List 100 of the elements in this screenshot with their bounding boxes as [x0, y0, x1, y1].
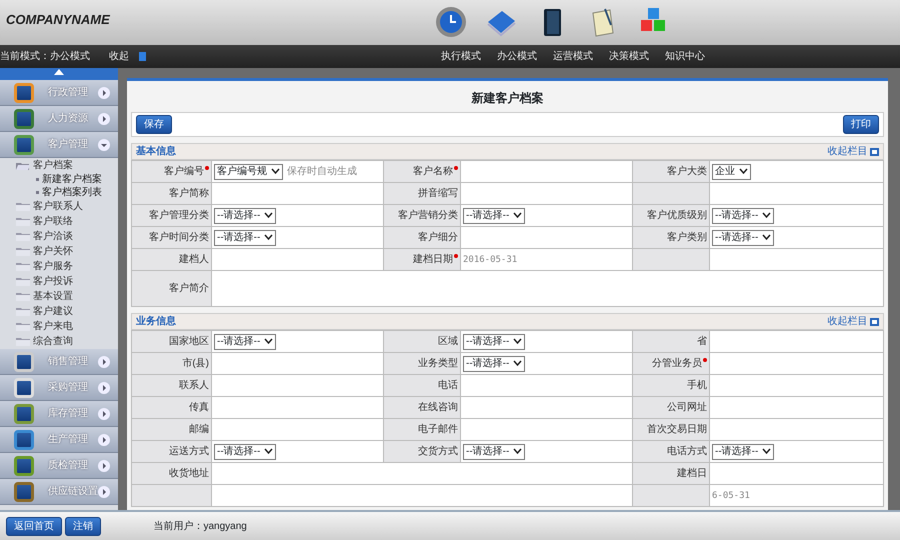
collapse-icon[interactable]	[870, 148, 879, 156]
field-label: 邮编	[189, 424, 209, 435]
field-label: 省	[697, 336, 707, 347]
sidebar-subitem[interactable]: 客户投诉	[0, 274, 118, 289]
mode-link[interactable]: 决策模式	[601, 49, 657, 64]
input-field[interactable]	[710, 396, 884, 418]
input-field[interactable]	[710, 248, 884, 270]
field-label: 业务类型	[418, 358, 458, 369]
input-field[interactable]	[710, 330, 884, 352]
sidebar-subitem[interactable]: 客户关怀	[0, 244, 118, 259]
mode-link[interactable]: 运营模式	[545, 49, 601, 64]
sidebar-subitem[interactable]: 客户联络	[0, 214, 118, 229]
select-field[interactable]: --请选择--	[214, 230, 276, 246]
scroll-up-button[interactable]	[0, 68, 118, 80]
field-label: 客户营销分类	[398, 210, 458, 221]
caret-icon[interactable]	[513, 448, 522, 455]
field-label: 客户大类	[667, 166, 707, 177]
input-field[interactable]	[460, 160, 632, 182]
select-field[interactable]: --请选择--	[214, 444, 276, 460]
select-field[interactable]: --请选择--	[214, 334, 276, 350]
input-field[interactable]	[710, 374, 884, 396]
select-field[interactable]: 企业	[712, 164, 751, 180]
sidebar-subitem[interactable]: 基本设置	[0, 289, 118, 304]
field-label: 在线咨询	[418, 402, 458, 413]
sidebar-subitem[interactable]: 客户联系人	[0, 199, 118, 214]
input-field[interactable]	[212, 418, 384, 440]
bullet-icon	[36, 178, 39, 181]
select-field[interactable]: --请选择--	[214, 208, 276, 224]
input-field[interactable]	[460, 418, 632, 440]
mode-link[interactable]: 知识中心	[657, 49, 713, 64]
current-user: 当前用户：yangyang	[154, 520, 247, 534]
field-label: 收货地址	[169, 468, 209, 479]
input-field[interactable]	[710, 352, 884, 374]
field-label: 手机	[687, 380, 707, 391]
select-field[interactable]: --请选择--	[463, 334, 526, 350]
module-icon	[14, 430, 34, 450]
caret-icon[interactable]	[264, 234, 274, 241]
logout-button[interactable]: 注销	[64, 516, 101, 536]
caret-icon[interactable]	[739, 168, 748, 175]
save-button[interactable]: 保存	[136, 115, 172, 134]
sidebar-subitem[interactable]: 客户洽谈	[0, 229, 118, 244]
caret-icon[interactable]	[271, 168, 280, 175]
caret-icon[interactable]	[762, 212, 772, 219]
input-field[interactable]	[212, 462, 632, 484]
select-field[interactable]: 客户编号规	[214, 164, 283, 180]
sidebar-subitem[interactable]: 客户服务	[0, 259, 118, 274]
mode-link[interactable]: 执行模式	[433, 49, 489, 64]
date-value[interactable]: 6-05-31	[712, 490, 750, 501]
caret-icon[interactable]	[264, 448, 274, 455]
caret-icon[interactable]	[264, 212, 274, 219]
caret-icon[interactable]	[762, 234, 772, 241]
sidebar-subitem[interactable]: 综合查询	[0, 334, 118, 349]
input-field[interactable]	[460, 226, 632, 248]
sidebar-subitem[interactable]: 客户档案	[0, 158, 118, 173]
clock-icon[interactable]	[434, 5, 468, 39]
collapse-link[interactable]: 收起	[101, 49, 137, 64]
input-field[interactable]	[212, 374, 384, 396]
logo-text: COMPANYNAME	[5, 11, 111, 29]
input-field[interactable]	[460, 396, 632, 418]
tree-leaf-link[interactable]: 新建客户档案	[0, 173, 118, 186]
input-field[interactable]	[212, 352, 384, 374]
input-field[interactable]	[212, 396, 384, 418]
collapse-section-link[interactable]: 收起栏目	[827, 314, 868, 329]
input-field[interactable]	[710, 418, 884, 440]
module-icon	[14, 108, 34, 128]
caret-icon[interactable]	[513, 360, 522, 367]
sidebar-subitem[interactable]: 客户来电	[0, 319, 118, 334]
mode-link[interactable]: 办公模式	[489, 49, 545, 64]
field-label: 区域	[438, 336, 458, 347]
field-label: 首次交易日期	[647, 424, 707, 435]
field-label: 建档人	[179, 254, 209, 265]
hint-text: 保存时自动生成	[287, 166, 357, 177]
select-field[interactable]: --请选择--	[463, 356, 526, 372]
print-button[interactable]: 打印	[843, 115, 879, 134]
input-field[interactable]	[460, 182, 632, 204]
select-field[interactable]: --请选择--	[712, 230, 774, 246]
input-field[interactable]	[212, 248, 384, 270]
select-field[interactable]: --请选择--	[712, 208, 774, 224]
date-value[interactable]: 2016-05-31	[463, 254, 518, 265]
collapse-icon[interactable]	[870, 318, 879, 326]
input-field[interactable]	[212, 182, 384, 204]
field-label: 拼音缩写	[418, 188, 458, 199]
input-field[interactable]	[212, 484, 632, 506]
up-arrow-icon[interactable]	[54, 68, 64, 76]
home-button[interactable]: 返回首页	[6, 516, 62, 536]
module-icon	[14, 404, 34, 424]
field-label: 客户名称	[413, 166, 453, 177]
caret-icon[interactable]	[762, 448, 772, 455]
caret-icon[interactable]	[264, 338, 274, 345]
select-field[interactable]: --请选择--	[463, 208, 526, 224]
input-field[interactable]	[710, 182, 884, 204]
input-field[interactable]	[710, 462, 884, 484]
caret-icon[interactable]	[513, 212, 522, 219]
caret-icon[interactable]	[513, 338, 522, 345]
input-field[interactable]	[460, 374, 632, 396]
sidebar-subitem[interactable]: 客户建议	[0, 304, 118, 319]
tree-leaf-link[interactable]: 客户档案列表	[0, 186, 118, 199]
select-field[interactable]: --请选择--	[712, 444, 774, 460]
collapse-section-link[interactable]: 收起栏目	[827, 144, 868, 159]
select-field[interactable]: --请选择--	[463, 444, 526, 460]
